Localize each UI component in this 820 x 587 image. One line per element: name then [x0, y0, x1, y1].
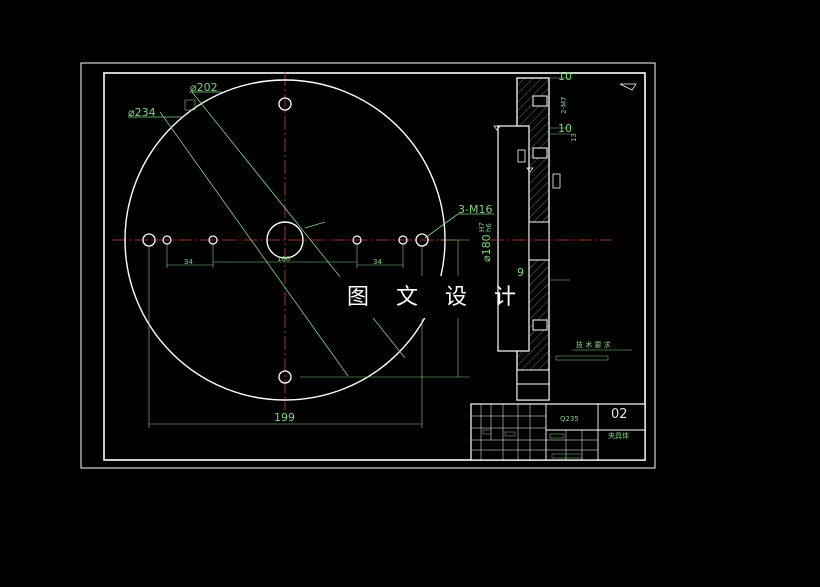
bore-leader	[304, 221, 326, 229]
section-dim-mid: 10	[558, 122, 572, 135]
front-view: ⌀202 ⌀234 3-M16 34 100 34 199 ⌀180 H7 h6	[112, 72, 494, 428]
cad-drawing: ⌀202 ⌀234 3-M16 34 100 34 199 ⌀180 H7 h6	[80, 62, 656, 469]
section-bore-gap	[528, 221, 550, 261]
section-dim-mid2: 13	[570, 133, 578, 142]
section-lower-gap	[516, 369, 550, 401]
title-drawing-no: 02	[611, 407, 628, 422]
title-part-name: 夹具体	[608, 431, 629, 440]
thread-leader	[424, 213, 459, 239]
dim-199: 199	[274, 411, 295, 424]
general-roughness-symbol	[619, 83, 637, 91]
section-hole-mid	[532, 147, 548, 159]
section-dim-lower: 9	[517, 266, 524, 279]
section-dim-hole: 2-M7	[560, 97, 568, 114]
section-view: 10 2-M7 10 13 9	[490, 70, 637, 401]
dim-thread: 3-M16	[458, 203, 492, 216]
dim-100: 100	[277, 255, 290, 263]
dim-d234: ⌀234	[128, 106, 156, 119]
tech-line	[555, 355, 609, 361]
d234-leader	[159, 111, 349, 377]
section-dim-top: 10	[558, 70, 572, 83]
dim-34-left: 34	[184, 258, 193, 266]
tech-requirements-heading: 技 术 要 求	[576, 340, 611, 349]
section-pin	[517, 149, 526, 163]
dim-bore: ⌀180	[480, 234, 493, 262]
section-hole-bottom	[532, 319, 548, 331]
dim-d202: ⌀202	[190, 81, 218, 94]
section-marker	[552, 173, 561, 189]
dim-34-right: 34	[373, 258, 382, 266]
title-block: Q235 02 夹具体	[470, 403, 646, 461]
d202-leader	[191, 91, 406, 359]
dim-bore-fit-lower: h6	[485, 223, 493, 232]
section-hole-top	[532, 95, 548, 107]
title-material: Q235	[560, 415, 579, 423]
watermark-text: 图 文 设 计	[347, 285, 526, 310]
